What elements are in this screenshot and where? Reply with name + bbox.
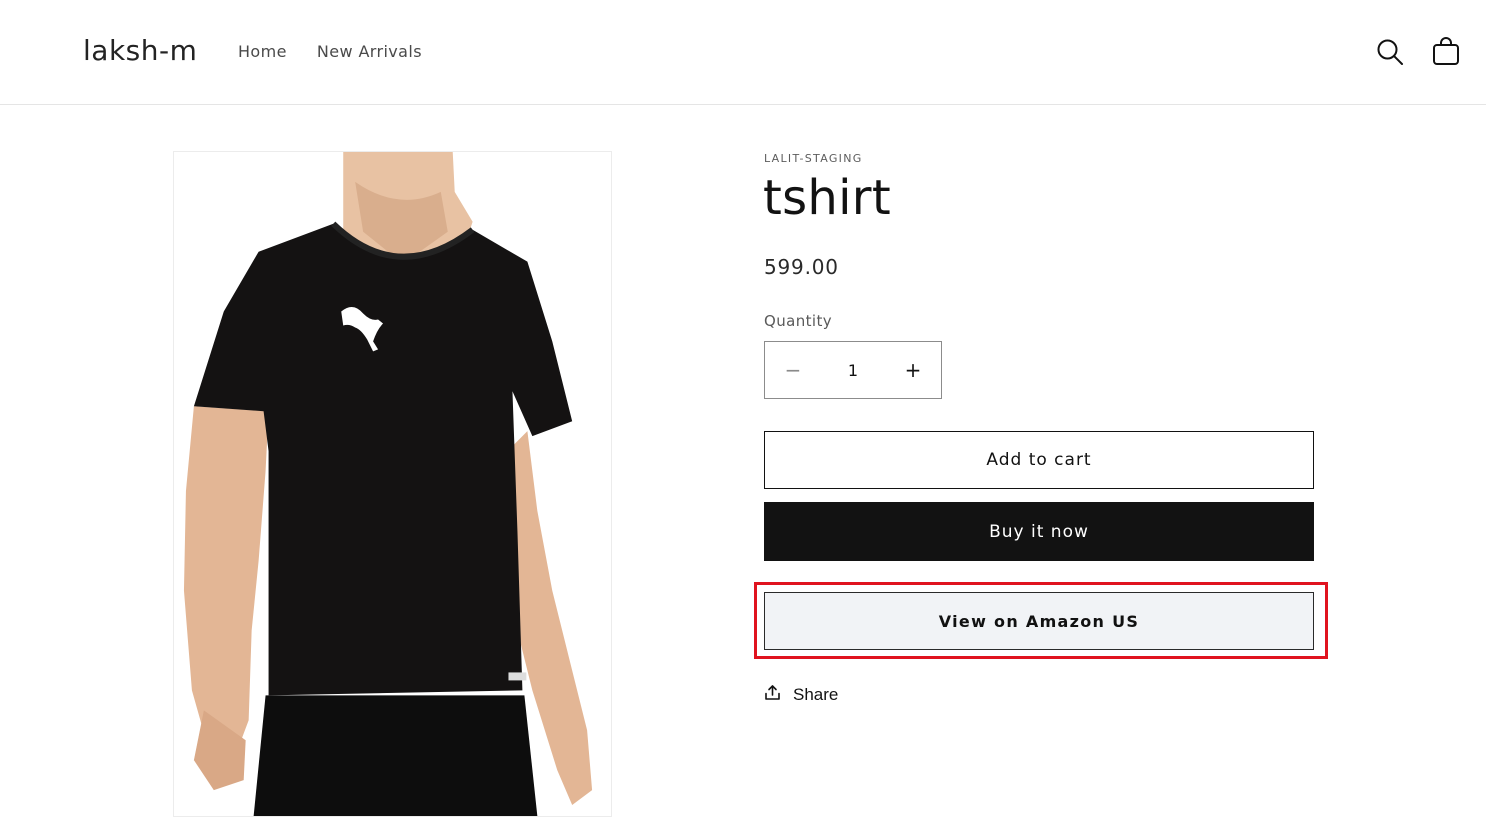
cart-icon[interactable] — [1430, 36, 1462, 68]
main-nav: Home New Arrivals — [238, 42, 422, 61]
search-icon[interactable] — [1374, 36, 1406, 68]
store-logo[interactable]: laksh-m — [83, 34, 197, 67]
quantity-stepper: − + — [764, 341, 942, 399]
product-vendor: LALIT-STAGING — [764, 152, 863, 165]
quantity-decrease-button[interactable]: − — [765, 342, 821, 398]
buy-now-button[interactable]: Buy it now — [764, 502, 1314, 561]
product-image[interactable] — [173, 151, 612, 817]
share-label: Share — [793, 685, 839, 704]
product-title: tshirt — [763, 170, 891, 226]
view-on-amazon-button[interactable]: View on Amazon US — [764, 592, 1314, 650]
share-icon — [764, 684, 781, 706]
nav-link-new-arrivals[interactable]: New Arrivals — [317, 42, 422, 61]
quantity-increase-button[interactable]: + — [885, 342, 941, 398]
site-header: laksh-m Home New Arrivals — [0, 0, 1486, 105]
share-button[interactable]: Share — [764, 684, 838, 706]
quantity-input[interactable] — [821, 350, 885, 390]
nav-link-home[interactable]: Home — [238, 42, 287, 61]
add-to-cart-button[interactable]: Add to cart — [764, 431, 1314, 489]
quantity-label: Quantity — [764, 312, 833, 330]
product-price: 599.00 — [764, 255, 839, 279]
